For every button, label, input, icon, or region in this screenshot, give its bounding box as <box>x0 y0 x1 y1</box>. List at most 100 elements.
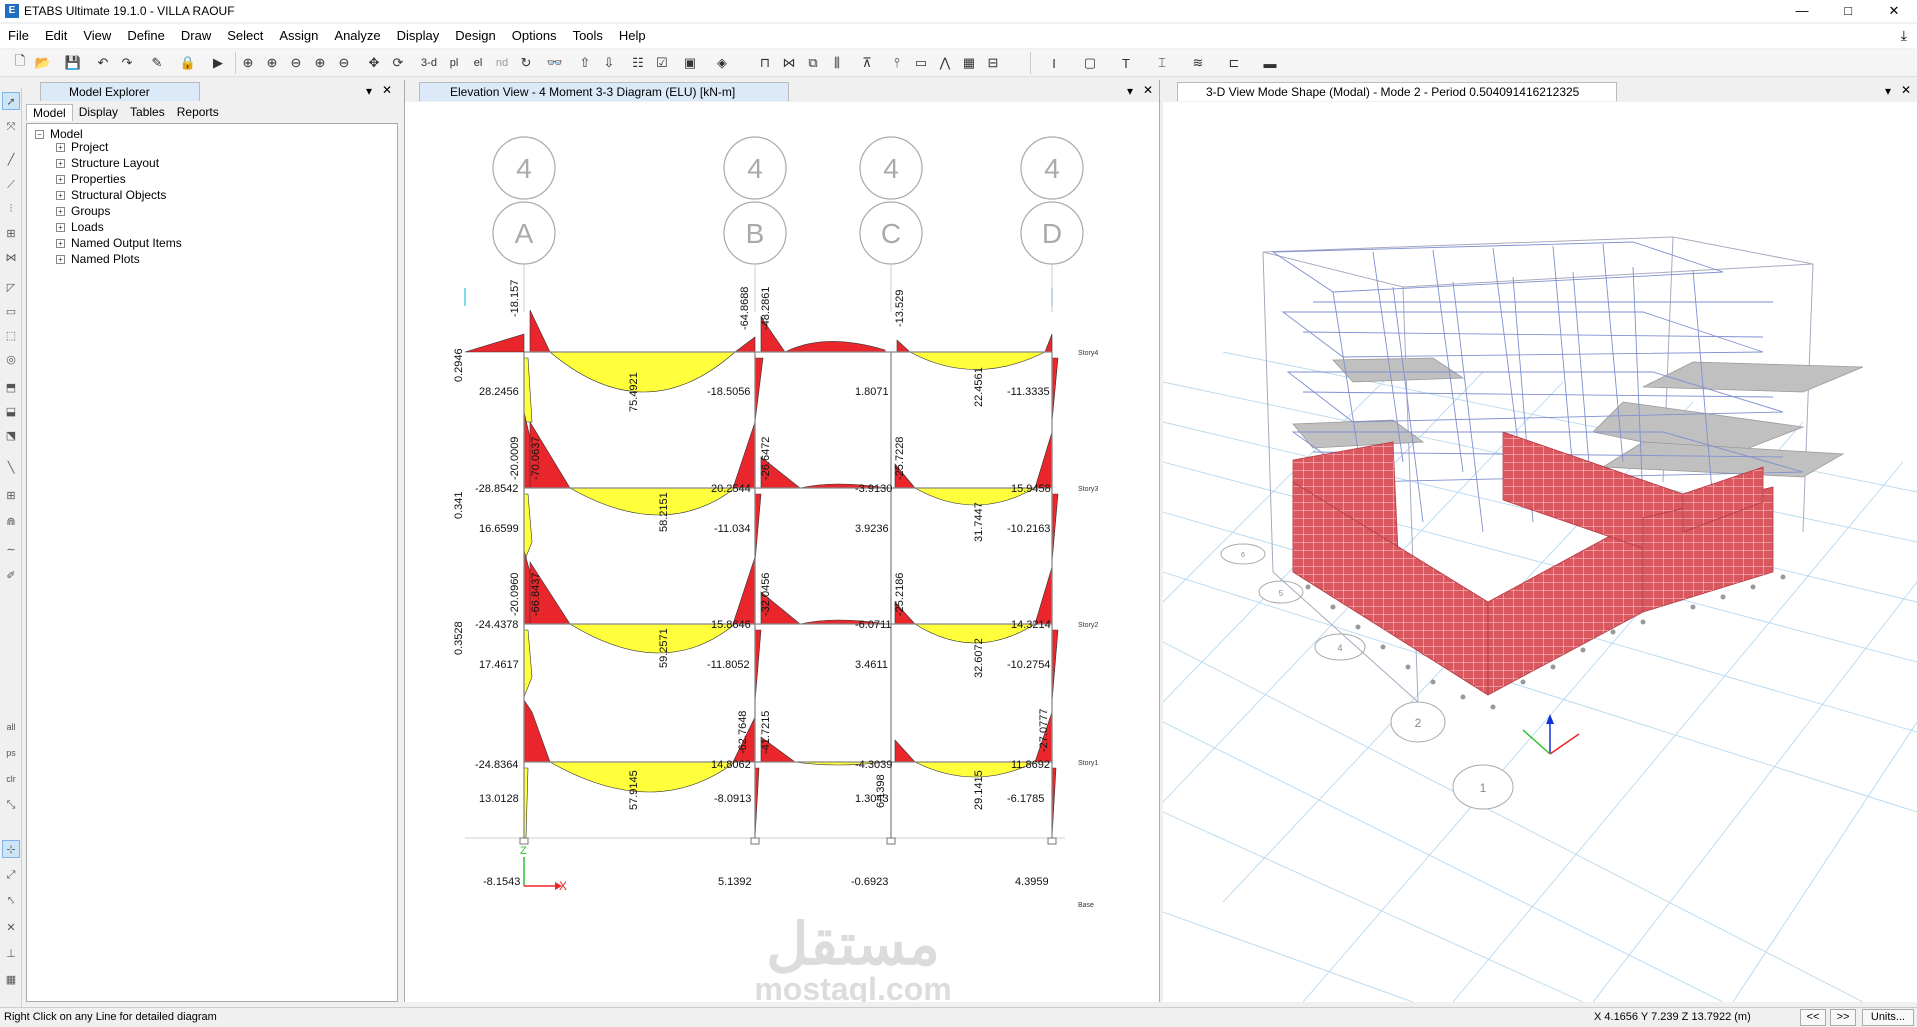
draw-frame-icon[interactable]: ⟋ <box>2 176 20 194</box>
draw-link-icon[interactable]: ⬒ <box>2 378 20 396</box>
previous-selection-icon[interactable]: ps <box>2 744 20 762</box>
menu-select[interactable]: Select <box>219 24 271 48</box>
subtab-display[interactable]: Display <box>73 104 124 121</box>
elevation-view-button[interactable]: el <box>468 53 488 73</box>
save-icon[interactable]: 💾 <box>63 53 83 73</box>
elevation-view-window[interactable]: Elevation View - 4 Moment 3-3 Diagram (E… <box>404 80 1160 1002</box>
zoom-previous-icon[interactable]: ⊖ <box>286 53 306 73</box>
zoom-in-icon[interactable]: ⊕ <box>310 53 330 73</box>
panel-close-icon[interactable]: ✕ <box>382 83 392 97</box>
grid-icon[interactable]: ⊞ <box>2 486 20 504</box>
refresh-icon[interactable]: ↻ <box>516 53 536 73</box>
story-response-icon[interactable]: ⫼ <box>827 53 847 73</box>
menu-design[interactable]: Design <box>447 24 503 48</box>
menu-help[interactable]: Help <box>611 24 654 48</box>
wall-icon[interactable]: ⊟ <box>983 53 1003 73</box>
draw-area-icon[interactable]: ▭ <box>2 302 20 320</box>
expand-icon[interactable]: + <box>56 142 65 152</box>
move-up-icon[interactable]: ⇧ <box>575 53 595 73</box>
menu-assign[interactable]: Assign <box>271 24 326 48</box>
draw-dimension-icon[interactable]: ╲ <box>2 458 20 476</box>
menu-view[interactable]: View <box>75 24 119 48</box>
window-dropdown-icon[interactable]: ▾ <box>1885 84 1891 98</box>
expand-icon[interactable]: + <box>56 222 65 232</box>
elevation-view-tab[interactable]: Elevation View - 4 Moment 3-3 Diagram (E… <box>419 82 789 101</box>
draw-brace-icon[interactable]: ⋈ <box>2 248 20 266</box>
frame-icon[interactable]: ⊓ <box>755 53 775 73</box>
tree-item-named-plots[interactable]: + Named Plots <box>56 251 140 267</box>
expand-icon[interactable]: + <box>56 174 65 184</box>
subtab-tables[interactable]: Tables <box>124 104 171 121</box>
collapse-icon[interactable]: − <box>35 129 44 139</box>
menu-display[interactable]: Display <box>389 24 448 48</box>
zoom-rubber-icon[interactable]: ⊕ <box>262 53 282 73</box>
window-dropdown-icon[interactable]: ▾ <box>1127 84 1133 98</box>
expand-icon[interactable]: + <box>56 206 65 216</box>
select-pointer-icon[interactable]: ➚ <box>2 92 20 110</box>
draw-beam-icon[interactable]: ⊞ <box>2 224 20 242</box>
expand-icon[interactable]: + <box>56 158 65 168</box>
menu-file[interactable]: File <box>0 24 37 48</box>
tree-item-project[interactable]: + Project <box>56 139 108 155</box>
expand-icon[interactable]: + <box>56 190 65 200</box>
close-button[interactable]: ✕ <box>1871 0 1917 22</box>
plan-view-button[interactable]: pl <box>444 53 464 73</box>
snap-midpoint-icon[interactable]: ⤣ <box>2 892 20 910</box>
redo-icon[interactable]: ↷ <box>117 53 137 73</box>
assign-icon[interactable]: ⫯ <box>887 53 907 73</box>
menu-edit[interactable]: Edit <box>37 24 75 48</box>
draw-wall-icon[interactable]: ◎ <box>2 350 20 368</box>
wave-icon[interactable]: ∼ <box>2 540 20 558</box>
panel-dropdown-icon[interactable]: ▾ <box>366 84 372 98</box>
glasses-icon[interactable]: 👓 <box>545 53 565 73</box>
brace-icon[interactable]: ≋ <box>1188 53 1208 73</box>
tree-item-named-output-items[interactable]: + Named Output Items <box>56 235 182 251</box>
3d-view-window[interactable]: 3-D View Mode Shape (Modal) - Mode 2 - P… <box>1163 80 1917 1002</box>
run-analysis-icon[interactable]: ▶ <box>208 53 228 73</box>
zoom-window-icon[interactable]: ⊕ <box>238 53 258 73</box>
text-cursor-icon[interactable]: I <box>1044 53 1064 73</box>
reshape-icon[interactable]: ⤧ <box>2 118 20 136</box>
line-icon[interactable]: ▬ <box>1260 53 1280 73</box>
menu-tools[interactable]: Tools <box>565 24 611 48</box>
deformed-shape-icon[interactable]: ⋈ <box>779 53 799 73</box>
lock-icon[interactable]: 🔒 <box>178 53 198 73</box>
extrude-icon[interactable]: ◈ <box>712 53 732 73</box>
draw-opening-icon[interactable]: ⬚ <box>2 326 20 344</box>
snap-points-icon[interactable]: ⊹ <box>2 840 20 858</box>
tree-item-structure-layout[interactable]: + Structure Layout <box>56 155 159 171</box>
minimize-button[interactable]: — <box>1779 0 1825 22</box>
draw-spring-icon[interactable]: ⬓ <box>2 402 20 420</box>
subtab-reports[interactable]: Reports <box>171 104 225 121</box>
frame-forces-icon[interactable]: ⊼ <box>857 53 877 73</box>
draw-joint-icon[interactable]: ╱ <box>2 150 20 168</box>
window-close-icon[interactable]: ✕ <box>1143 83 1153 97</box>
previous-button[interactable]: << <box>1800 1009 1826 1026</box>
maximize-button[interactable]: □ <box>1825 0 1871 22</box>
3d-view-tab[interactable]: 3-D View Mode Shape (Modal) - Mode 2 - P… <box>1177 82 1617 101</box>
check-icon[interactable]: ☑ <box>652 53 672 73</box>
snap-ends-icon[interactable]: ⤢ <box>2 866 20 884</box>
open-icon[interactable]: 📂 <box>33 53 53 73</box>
link-icon[interactable]: ⊏ <box>1224 53 1244 73</box>
menu-options[interactable]: Options <box>504 24 565 48</box>
truss-icon[interactable]: ⋀ <box>935 53 955 73</box>
snap-intersection-icon[interactable]: ✕ <box>2 918 20 936</box>
window-close-icon[interactable]: ✕ <box>1901 83 1911 97</box>
snap-perpendicular-icon[interactable]: ⊥ <box>2 944 20 962</box>
menu-draw[interactable]: Draw <box>173 24 219 48</box>
next-button[interactable]: >> <box>1830 1009 1856 1026</box>
slab-icon[interactable]: ▭ <box>911 53 931 73</box>
menu-analyze[interactable]: Analyze <box>326 24 388 48</box>
menu-define[interactable]: Define <box>119 24 173 48</box>
tree-item-groups[interactable]: + Groups <box>56 203 110 219</box>
nd-button[interactable]: nd <box>492 53 512 73</box>
units-button[interactable]: Units... <box>1862 1009 1914 1026</box>
object-shrink-icon[interactable]: ▣ <box>680 53 700 73</box>
move-down-icon[interactable]: ⇩ <box>599 53 619 73</box>
view-3d-button[interactable]: 3-d <box>418 53 440 73</box>
undo-icon[interactable]: ↶ <box>93 53 113 73</box>
rotate-icon[interactable]: ⟳ <box>388 53 408 73</box>
tree-item-structural-objects[interactable]: + Structural Objects <box>56 187 166 203</box>
draw-column-icon[interactable]: ⫶ <box>2 200 20 218</box>
